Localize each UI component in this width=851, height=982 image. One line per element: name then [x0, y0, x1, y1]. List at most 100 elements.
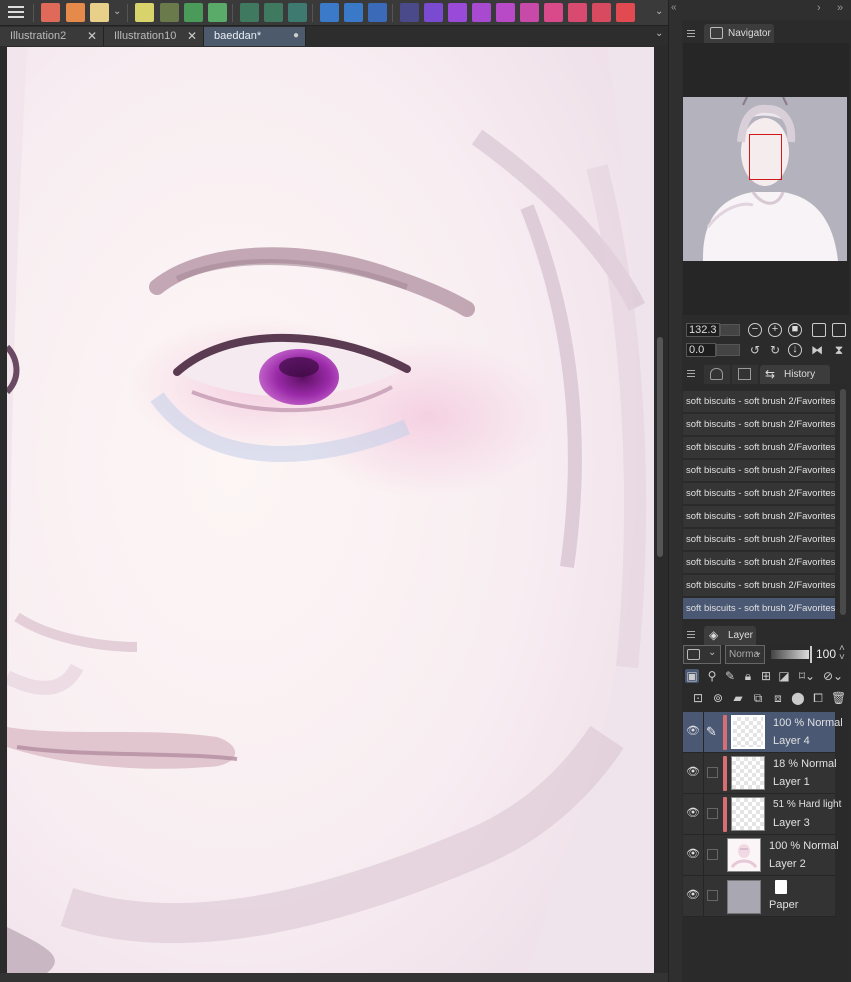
open-file-icon[interactable]	[66, 3, 85, 22]
fit-screen-icon[interactable]	[496, 3, 515, 22]
deselect-icon[interactable]	[240, 3, 259, 22]
zoom-field[interactable]: 132.3	[686, 323, 720, 337]
opacity-slider[interactable]	[771, 650, 809, 659]
new-vector-layer-icon[interactable]: ⊚	[711, 691, 725, 705]
canvas-vertical-scrollbar[interactable]	[655, 47, 666, 973]
eye-icon[interactable]: 👁︎	[686, 766, 700, 779]
layer-row-selected[interactable]: 👁︎ ✎ 100 % Normal Layer 4	[683, 712, 843, 753]
undo-icon[interactable]	[424, 3, 443, 22]
rotate-right-icon[interactable]	[544, 3, 563, 22]
lock-transparency-icon[interactable]: ⊞	[759, 669, 773, 683]
eye-icon[interactable]: 👁︎	[686, 889, 700, 902]
new-raster-layer-icon[interactable]: ⊡	[691, 691, 705, 705]
close-icon[interactable]: ✕	[87, 29, 97, 43]
fit-navigator-icon[interactable]	[812, 323, 826, 337]
rotation-field[interactable]: 0.0	[686, 343, 716, 357]
save-file-icon[interactable]	[90, 3, 109, 22]
rotation-slider[interactable]	[716, 344, 740, 356]
opacity-slider-handle[interactable]	[810, 646, 812, 663]
snap-grid-icon[interactable]	[368, 3, 387, 22]
delete-layer-icon[interactable]: 🗑︎	[831, 691, 846, 705]
new-file-icon[interactable]	[41, 3, 60, 22]
rotate-left-icon[interactable]	[520, 3, 539, 22]
flip-horizontal-icon[interactable]	[592, 3, 611, 22]
chevron-right-icon[interactable]: ›	[817, 2, 821, 14]
tab-navigator[interactable]: Navigator	[704, 24, 774, 43]
opacity-value[interactable]: 100	[816, 647, 836, 661]
close-icon[interactable]: ✕	[187, 29, 197, 43]
tab-layer[interactable]: ◈ Layer	[704, 626, 756, 645]
history-item-selected[interactable]: soft biscuits - soft brush 2/Favorites (…	[683, 598, 835, 620]
history-item[interactable]: soft biscuits - soft brush 2/Favorites (…	[683, 483, 835, 505]
navigator-view-frame[interactable]	[749, 134, 782, 180]
history-item[interactable]: soft biscuits - soft brush 2/Favorites (…	[683, 529, 835, 551]
rotate-right-icon[interactable]: ↻	[768, 343, 782, 357]
history-scrollbar[interactable]	[838, 389, 848, 619]
eye-icon[interactable]: 👁︎	[686, 807, 700, 820]
transfer-to-lower-icon[interactable]: ⧉	[751, 691, 765, 705]
zoom-out-icon[interactable]: −	[748, 323, 762, 337]
clip-to-layer-below-icon[interactable]: ▣	[685, 669, 699, 683]
tab-illustration10[interactable]: Illustration10 ✕	[104, 27, 204, 46]
zoom-slider[interactable]	[720, 324, 740, 336]
zoom-in-icon[interactable]	[448, 3, 467, 22]
new-folder-icon[interactable]: ▰	[731, 691, 745, 705]
fill-icon[interactable]	[184, 3, 203, 22]
draft-layer-icon[interactable]: ✎	[723, 669, 737, 683]
reset-rotation-icon[interactable]: ↓	[788, 343, 802, 357]
history-item[interactable]: soft biscuits - soft brush 2/Favorites (…	[683, 506, 835, 528]
zoom-out-icon[interactable]	[472, 3, 491, 22]
actual-size-icon[interactable]: ■	[788, 323, 802, 337]
chevron-down-icon[interactable]: ⌄	[113, 6, 121, 17]
layer-row[interactable]: 👁︎ 51 % Hard light Layer 3	[683, 794, 841, 835]
history-item[interactable]: soft biscuits - soft brush 2/Favorites (…	[683, 552, 835, 574]
history-item[interactable]: soft biscuits - soft brush 2/Favorites (…	[683, 575, 835, 597]
layer-select-checkbox[interactable]	[707, 767, 718, 778]
layer-row[interactable]: 👁︎ 18 % Normal Layer 1	[683, 753, 837, 794]
layer-row[interactable]: 👁︎ 100 % Normal Layer 2	[683, 835, 839, 876]
rotate-left-icon[interactable]: ↺	[748, 343, 762, 357]
eye-icon[interactable]: 👁︎	[686, 725, 700, 738]
eye-icon[interactable]: 👁︎	[686, 848, 700, 861]
lock-layer-icon[interactable]: 🔒︎	[741, 669, 755, 683]
zoom-in-icon[interactable]: +	[768, 323, 782, 337]
collapse-right-icon[interactable]: »	[837, 2, 843, 14]
scroll-thumb[interactable]	[657, 337, 663, 557]
create-mask-icon[interactable]: ⬤	[791, 691, 805, 705]
hamburger-menu-icon[interactable]	[6, 3, 26, 23]
flip-horizontal-icon[interactable]: ⧓	[810, 343, 824, 357]
reference-layer-icon[interactable]: ⚲	[705, 669, 719, 683]
history-menu-icon[interactable]	[687, 370, 695, 379]
merge-down-icon[interactable]: ⧈	[771, 691, 785, 705]
redo-icon[interactable]	[400, 3, 419, 22]
tab-list-icon[interactable]: ⌄	[655, 28, 663, 39]
layer-row-paper[interactable]: 👁︎ Paper	[683, 876, 835, 917]
layer-color-icon[interactable]: ⊘⌄	[821, 669, 845, 683]
history-item[interactable]: soft biscuits - soft brush 2/Favorites (…	[683, 391, 835, 413]
flip-vertical-icon[interactable]	[616, 3, 635, 22]
tab-sub-tool-detail[interactable]	[704, 365, 730, 384]
tab-history[interactable]: ⇆ History	[760, 365, 830, 384]
flip-vertical-icon[interactable]: ⧗	[832, 343, 846, 357]
history-item[interactable]: soft biscuits - soft brush 2/Favorites (…	[683, 437, 835, 459]
scroll-thumb[interactable]	[840, 389, 846, 615]
layer-select-checkbox[interactable]	[707, 890, 718, 901]
toolbar-more-icon[interactable]: ⌄	[655, 6, 663, 17]
clear-outside-icon[interactable]	[160, 3, 179, 22]
clear-layer-icon[interactable]	[135, 3, 154, 22]
invert-selection-icon[interactable]	[264, 3, 283, 22]
tab-auto-actions[interactable]	[732, 365, 758, 384]
navigator-preview[interactable]	[683, 97, 847, 261]
snap-special-ruler-icon[interactable]	[344, 3, 363, 22]
opacity-spin-down-icon[interactable]: ˅	[839, 652, 845, 663]
snap-ruler-icon[interactable]	[320, 3, 339, 22]
layer-select-checkbox[interactable]	[707, 808, 718, 819]
history-item[interactable]: soft biscuits - soft brush 2/Favorites (…	[683, 414, 835, 436]
enable-mask-icon[interactable]: ◪	[777, 669, 791, 683]
reset-rotation-icon[interactable]	[568, 3, 587, 22]
apply-mask-icon[interactable]: ⧠	[811, 691, 825, 705]
layer-color-select[interactable]: ⌄	[683, 645, 721, 664]
layer-menu-icon[interactable]	[687, 631, 695, 640]
tab-baeddan[interactable]: baeddan* ●	[204, 27, 306, 46]
drawing-canvas[interactable]	[7, 47, 654, 973]
